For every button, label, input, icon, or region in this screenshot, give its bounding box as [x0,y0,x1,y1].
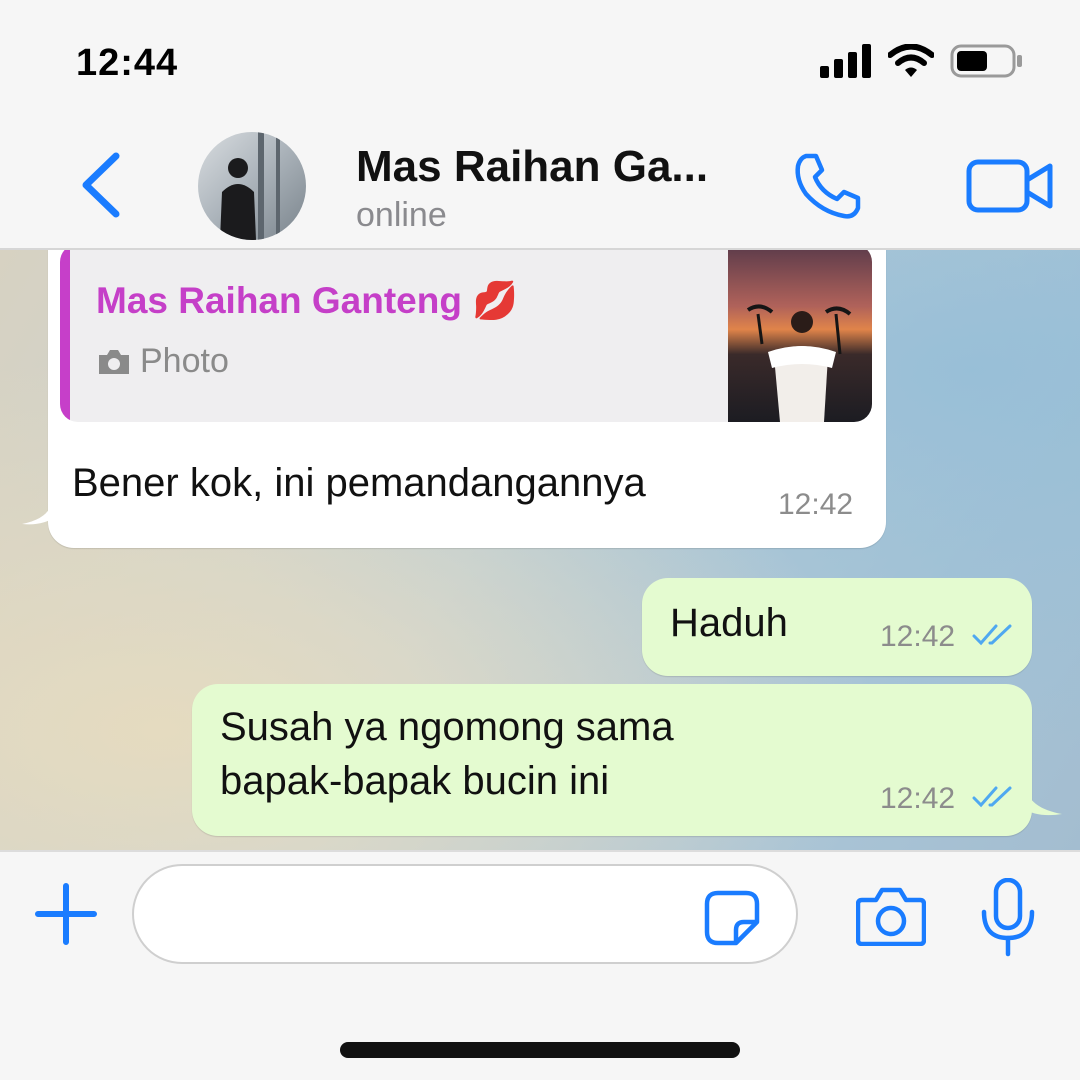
status-bar: 12:44 [0,0,1080,120]
input-bar [0,850,1080,1080]
quote-sender-name: Mas Raihan Ganteng 💋 [96,280,519,321]
battery-icon [950,44,1022,78]
message-outgoing[interactable]: Haduh 12:42 [642,578,1032,676]
bubble-tail-outgoing [1022,786,1062,816]
chevron-left-icon [82,152,120,218]
quote-accent-bar [60,250,70,422]
quote-type: Photo [140,342,229,380]
attach-button[interactable] [34,882,98,946]
quote-photo-thumbnail [728,250,872,422]
status-icons [820,40,1024,82]
back-button[interactable] [76,150,126,220]
contact-status: online [356,196,447,234]
thumbnail-image [746,304,852,422]
bubble-tail-incoming [22,498,56,525]
chat-area[interactable]: Mas Raihan Ganteng 💋 Photo Bener kok, in… [0,250,1080,850]
message-text: Haduh [670,601,788,645]
chat-header: Mas Raihan Ga... online [0,120,1080,250]
read-ticks-icon [972,786,1012,808]
message-outgoing[interactable]: Susah ya ngomong sama bapak-bapak bucin … [192,684,1032,836]
camera-icon [855,887,927,947]
sticker-icon [704,890,760,946]
contact-avatar[interactable] [198,132,306,240]
wifi-icon [888,44,934,77]
plus-icon [35,883,97,945]
status-time: 12:44 [76,42,179,84]
video-call-button[interactable] [966,156,1054,216]
microphone-icon [981,877,1035,957]
sticker-button[interactable] [704,890,760,946]
cellular-signal-icon [820,44,871,78]
read-ticks-icon [972,624,1012,646]
camera-button[interactable] [855,886,927,947]
phone-icon [795,153,861,219]
camera-small-icon [99,350,129,374]
message-text: Susah ya ngomong sama bapak-bapak bucin … [220,705,674,803]
message-incoming[interactable]: Mas Raihan Ganteng 💋 Photo Bener kok, in… [48,250,886,548]
home-indicator[interactable] [340,1042,740,1058]
microphone-button[interactable] [980,877,1036,958]
contact-name[interactable]: Mas Raihan Ga... [356,142,708,192]
voice-call-button[interactable] [792,150,864,222]
message-input[interactable] [132,864,798,964]
message-text: Bener kok, ini pemandangannya [72,461,646,505]
message-time: 12:42 [778,488,854,521]
reply-quote[interactable]: Mas Raihan Ganteng 💋 Photo [60,250,872,422]
video-camera-icon [966,159,1053,213]
message-time: 12:42 [880,620,956,653]
message-time: 12:42 [880,782,956,815]
avatar-image [220,132,280,240]
